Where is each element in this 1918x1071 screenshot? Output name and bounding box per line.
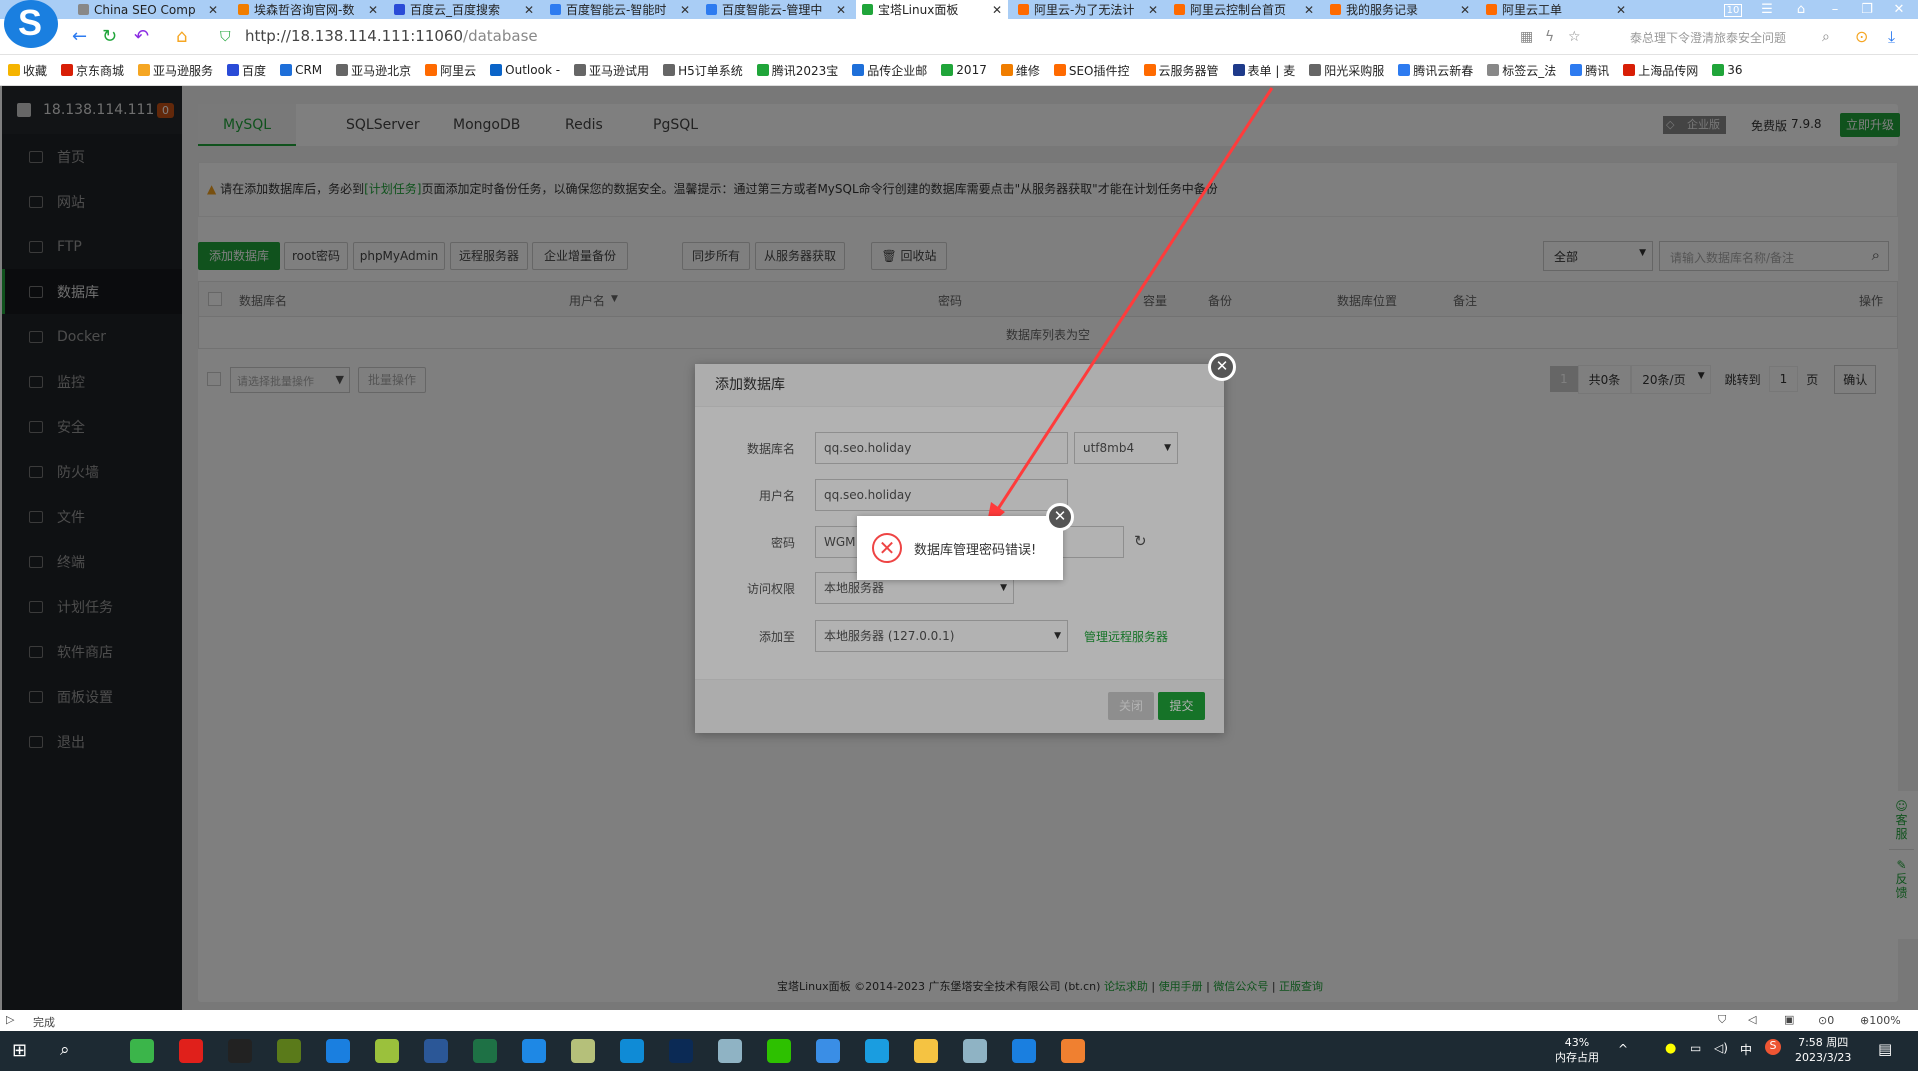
taskbar-app-word-icon[interactable] bbox=[424, 1039, 448, 1063]
taskbar-app-notes-icon[interactable] bbox=[571, 1039, 595, 1063]
error-message: 数据库管理密码错误! bbox=[914, 542, 1037, 558]
taskbar-app-app-blue-icon[interactable] bbox=[522, 1039, 546, 1063]
taskbar-app-edge-icon[interactable] bbox=[620, 1039, 644, 1063]
taskbar-app-excel-icon[interactable] bbox=[473, 1039, 497, 1063]
ime-indicator[interactable]: 中 bbox=[1740, 1041, 1752, 1058]
volume-icon[interactable]: ◁) bbox=[1714, 1041, 1728, 1055]
taskbar: ⊞ ⌕ 43% 内存占用 ^ ● ▭ ◁) 中 S 7:58 周四 2023/3/2… bbox=[0, 1031, 1918, 1071]
taskbar-app-qq-icon[interactable] bbox=[228, 1039, 252, 1063]
sogou-ime-icon[interactable]: S bbox=[1765, 1039, 1781, 1055]
taskbar-app-app-glass-icon[interactable] bbox=[718, 1039, 742, 1063]
taskbar-app-sogou-browser2-icon[interactable] bbox=[1012, 1039, 1036, 1063]
windows-start-icon[interactable]: ⊞ bbox=[12, 1040, 27, 1061]
arrow-line bbox=[994, 87, 1274, 513]
download-count[interactable]: ⊙0 bbox=[1818, 1014, 1834, 1027]
taskbar-app-search-app-icon[interactable] bbox=[865, 1039, 889, 1063]
taskbar-app-file-explorer-icon[interactable] bbox=[914, 1039, 938, 1063]
taskbar-app-app-ring-icon[interactable] bbox=[816, 1039, 840, 1063]
shield-icon[interactable]: ⛉ bbox=[1718, 1013, 1726, 1027]
status-text: 完成 bbox=[33, 1016, 55, 1029]
taskbar-app-360-browser-icon[interactable] bbox=[130, 1039, 154, 1063]
lock-icon[interactable]: ▣ bbox=[1784, 1013, 1794, 1026]
search-icon[interactable]: ⌕ bbox=[60, 1040, 70, 1060]
clock[interactable]: 7:58 周四 2023/3/23 bbox=[1795, 1035, 1851, 1065]
tray-expand-icon[interactable]: ^ bbox=[1618, 1042, 1628, 1056]
tray-app-icon[interactable]: ● bbox=[1665, 1041, 1676, 1056]
sound-icon[interactable]: ◁ bbox=[1748, 1013, 1756, 1026]
zoom-level[interactable]: ⊕100% bbox=[1860, 1014, 1901, 1027]
notification-icon[interactable]: ▤ bbox=[1878, 1040, 1892, 1058]
taskbar-app-app-icon[interactable] bbox=[375, 1039, 399, 1063]
error-icon: ✕ bbox=[872, 533, 902, 563]
taskbar-app-paint-icon[interactable] bbox=[1061, 1039, 1085, 1063]
taskbar-app-app-glass2-icon[interactable] bbox=[963, 1039, 987, 1063]
taskbar-app-acrobat-icon[interactable] bbox=[179, 1039, 203, 1063]
error-close-icon[interactable]: ✕ bbox=[1046, 503, 1074, 531]
taskbar-app-sogou-browser-icon[interactable] bbox=[326, 1039, 350, 1063]
browser-logo bbox=[4, 0, 58, 48]
memory-usage[interactable]: 43% 内存占用 bbox=[1555, 1035, 1599, 1065]
sidebar-toggle-icon[interactable]: ▷ bbox=[6, 1013, 14, 1026]
status-bar: ▷ 完成 ⛉ ◁ ▣ ⊙0 ⊕100% bbox=[0, 1010, 1918, 1031]
taskbar-app-photoshop-icon[interactable] bbox=[669, 1039, 693, 1063]
taskbar-app-dreamweaver-icon[interactable] bbox=[277, 1039, 301, 1063]
taskbar-app-wechat-icon[interactable] bbox=[767, 1039, 791, 1063]
network-icon[interactable]: ▭ bbox=[1690, 1041, 1701, 1055]
error-toast: ✕ 数据库管理密码错误! bbox=[857, 516, 1063, 580]
